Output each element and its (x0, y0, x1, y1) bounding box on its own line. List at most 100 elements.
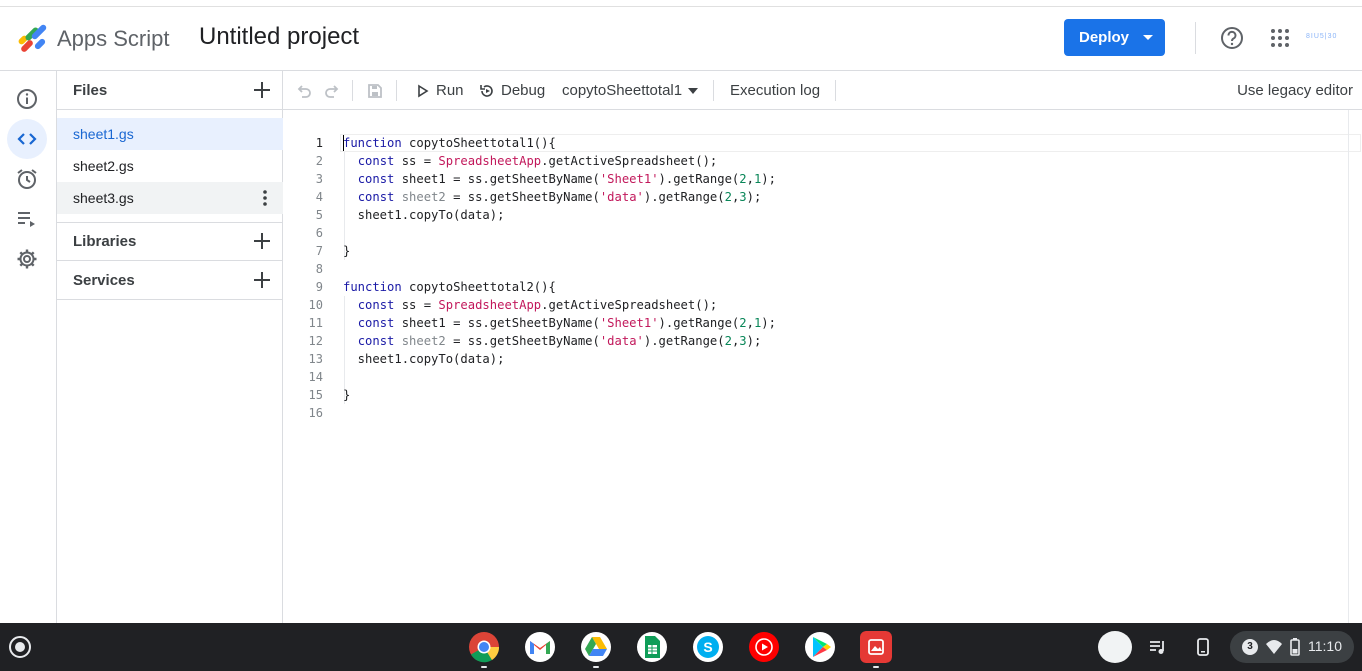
browser-top-strip (0, 0, 1362, 7)
use-legacy-editor-button[interactable]: Use legacy editor (1237, 71, 1353, 110)
services-heading: Services (73, 272, 135, 289)
toolbar-divider (396, 80, 397, 101)
code-line: sheet1.copyTo(data); (343, 352, 505, 366)
line-number: 16 (308, 406, 323, 420)
services-section-header: Services (57, 261, 283, 300)
triggers-button[interactable] (7, 159, 47, 199)
toolbar-divider (835, 80, 836, 101)
libraries-heading: Libraries (73, 233, 137, 250)
add-library-icon[interactable] (251, 230, 273, 252)
drive-icon[interactable] (580, 631, 612, 663)
running-indicator (593, 666, 599, 668)
project-title[interactable]: Untitled project (199, 23, 359, 51)
gallery-icon[interactable] (860, 631, 892, 663)
execution-log-label: Execution log (730, 82, 821, 99)
executions-button[interactable] (7, 199, 47, 239)
file-name: sheet3.gs (73, 190, 134, 206)
line-number: 2 (315, 154, 323, 168)
code-line: const ss = SpreadsheetApp.getActiveSprea… (357, 298, 718, 312)
executions-icon (18, 212, 35, 227)
code-line: sheet1.copyTo(data); (343, 208, 505, 222)
files-heading: Files (73, 82, 108, 99)
add-file-icon[interactable] (251, 79, 273, 101)
help-icon[interactable] (1218, 24, 1246, 52)
youtube-music-icon[interactable] (748, 631, 780, 663)
function-select[interactable]: copytoSheettotal1 (562, 71, 699, 110)
header-divider (1195, 22, 1196, 54)
system-clock: 11:10 (1308, 638, 1342, 654)
apps-script-window: Apps Script Untitled project Deploy 8IU5… (0, 0, 1362, 623)
running-indicator (481, 666, 487, 668)
code-editor[interactable]: 1 2 3 4 5 6 7 8 9 10 11 12 13 14 15 16 f… (283, 110, 1362, 623)
code-line: const ss = SpreadsheetApp.getActiveSprea… (357, 154, 718, 168)
media-controls-icon[interactable] (1148, 637, 1168, 657)
line-number: 5 (315, 208, 323, 222)
launcher-button[interactable] (9, 636, 31, 658)
sheets-icon[interactable] (636, 631, 668, 663)
battery-icon (1290, 638, 1300, 656)
undo-icon (297, 84, 311, 98)
files-panel: Files sheet1.gs sheet2.gs sheet3.gs Libr… (57, 71, 283, 623)
line-number: 6 (315, 226, 323, 240)
text-cursor (343, 135, 344, 151)
line-number: 8 (315, 262, 323, 276)
line-number-gutter: 1 2 3 4 5 6 7 8 9 10 11 12 13 14 15 16 (283, 134, 323, 422)
save-icon (368, 83, 382, 98)
file-item-sheet1[interactable]: sheet1.gs (57, 118, 283, 150)
account-avatar[interactable]: 8IU5|30 (1306, 33, 1337, 40)
line-number: 7 (315, 244, 323, 258)
editor-scrollbar[interactable] (1348, 110, 1362, 623)
execution-log-button[interactable]: Execution log (730, 71, 820, 110)
undo-button[interactable] (295, 71, 313, 110)
file-item-sheet3[interactable]: sheet3.gs (57, 182, 283, 214)
gear-icon (17, 249, 37, 269)
debug-icon (480, 84, 493, 97)
line-number: 12 (308, 334, 323, 348)
navigation-rail (0, 71, 57, 623)
phone-hub-icon[interactable] (1193, 637, 1213, 657)
alarm-clock-icon (17, 169, 37, 189)
settings-button[interactable] (7, 239, 47, 279)
code-line: function copytoSheettotal1(){ (343, 136, 556, 150)
line-number: 14 (308, 370, 323, 384)
apps-script-logo-icon[interactable] (16, 23, 50, 53)
app-name[interactable]: Apps Script (57, 26, 170, 52)
file-item-sheet2[interactable]: sheet2.gs (57, 150, 283, 182)
save-button[interactable] (366, 71, 384, 110)
run-button[interactable]: Run (416, 71, 464, 110)
debug-label: Debug (501, 82, 546, 99)
file-name: sheet1.gs (73, 126, 134, 142)
file-name: sheet2.gs (73, 158, 134, 174)
chrome-icon[interactable] (468, 631, 500, 663)
libraries-section-header: Libraries (57, 222, 283, 261)
running-indicator (873, 666, 879, 668)
legacy-editor-label: Use legacy editor (1237, 82, 1353, 99)
editor-button[interactable] (7, 119, 47, 159)
add-service-icon[interactable] (251, 269, 273, 291)
code-line: } (343, 388, 351, 402)
run-label: Run (436, 82, 464, 99)
screen-capture-thumbnail[interactable] (1098, 631, 1132, 663)
play-store-icon[interactable] (804, 631, 836, 663)
more-vert-icon[interactable] (263, 190, 267, 206)
line-number: 11 (308, 316, 323, 330)
gmail-icon[interactable] (524, 631, 556, 663)
google-apps-icon[interactable] (1268, 26, 1292, 50)
redo-button[interactable] (323, 71, 341, 110)
editor-toolbar: Run Debug copytoSheettotal1 Execution lo… (283, 71, 1362, 110)
code-line: const sheet1 = ss.getSheetByName('Sheet1… (357, 172, 776, 186)
skype-icon[interactable]: S (692, 631, 724, 663)
line-number: 1 (315, 136, 323, 150)
files-section-header: Files (57, 71, 283, 110)
deploy-label: Deploy (1079, 29, 1130, 46)
line-number: 10 (308, 298, 323, 312)
code-line: const sheet1 = ss.getSheetByName('Sheet1… (357, 316, 776, 330)
debug-button[interactable]: Debug (479, 71, 545, 110)
app-header: Apps Script Untitled project Deploy 8IU5… (0, 7, 1362, 71)
deploy-button[interactable]: Deploy (1064, 19, 1165, 56)
play-icon (418, 84, 429, 97)
overview-button[interactable] (7, 79, 47, 119)
function-select-value: copytoSheettotal1 (562, 82, 683, 99)
